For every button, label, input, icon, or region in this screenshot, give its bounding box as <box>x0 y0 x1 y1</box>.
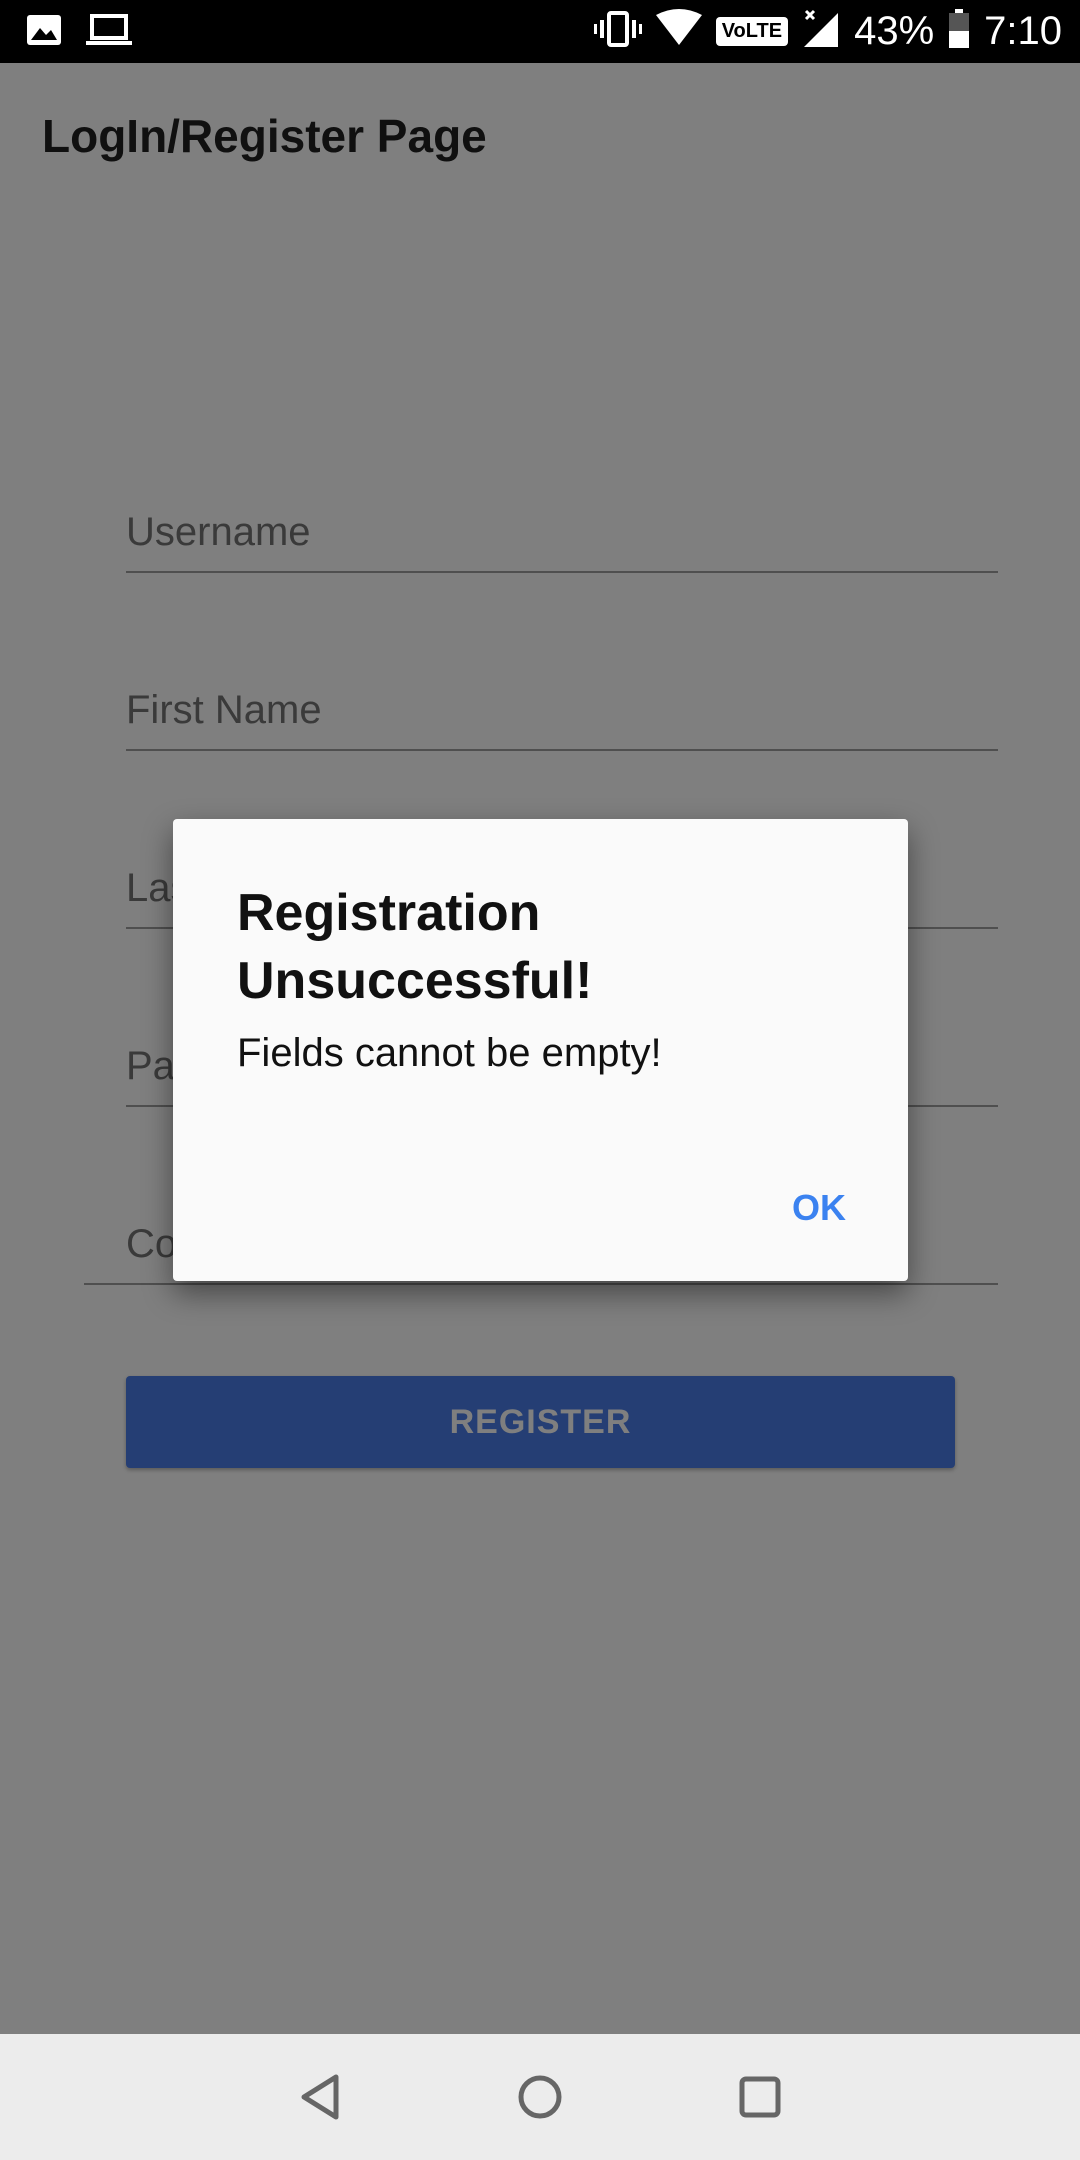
ok-button[interactable]: OK <box>782 1179 856 1237</box>
status-bar: VoLTE 43% 7:10 <box>0 0 1080 63</box>
system-indicators: VoLTE 43% 7:10 <box>593 0 1062 63</box>
vibrate-icon <box>593 11 642 52</box>
error-dialog: Registration Unsuccessful! Fields cannot… <box>173 819 908 1281</box>
back-icon[interactable] <box>290 2067 350 2127</box>
signal-icon <box>802 9 840 54</box>
home-icon[interactable] <box>510 2067 570 2127</box>
notification-icons <box>26 14 132 51</box>
volte-icon: VoLTE <box>715 17 789 46</box>
navigation-bar <box>0 2034 1080 2160</box>
wifi-icon <box>655 9 702 54</box>
clock: 7:10 <box>984 9 1062 53</box>
recents-icon[interactable] <box>730 2067 790 2127</box>
battery-icon <box>948 9 970 54</box>
dialog-message: Fields cannot be empty! <box>237 1031 662 1075</box>
dialog-title: Registration Unsuccessful! <box>237 884 593 1010</box>
battery-percent: 43% <box>854 9 935 53</box>
image-icon <box>26 14 62 51</box>
laptop-icon <box>86 14 132 51</box>
